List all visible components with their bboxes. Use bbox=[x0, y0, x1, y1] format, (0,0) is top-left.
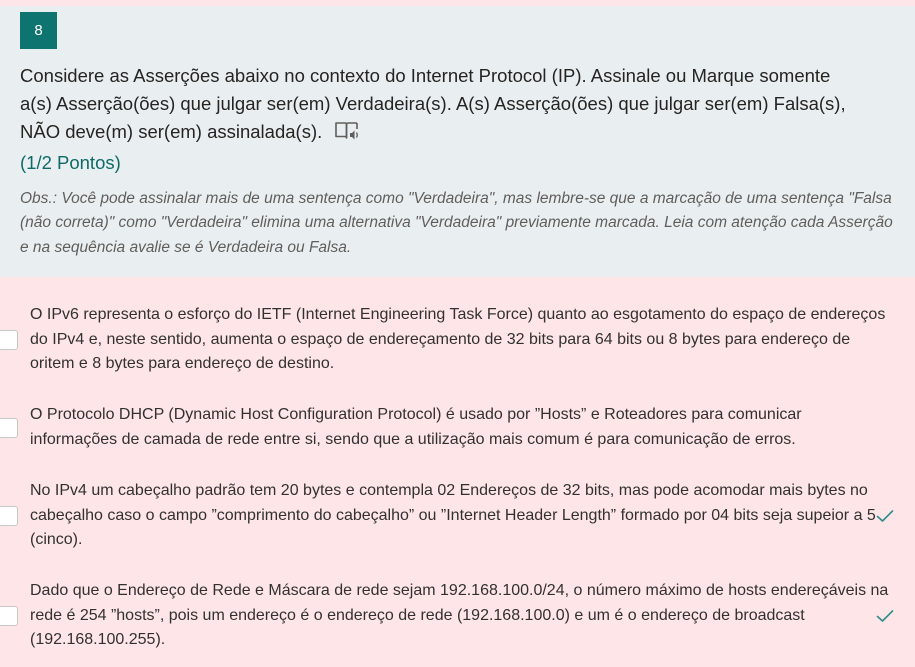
immersive-reader-icon[interactable] bbox=[334, 120, 360, 142]
question-observation: Obs.: Você pode assinalar mais de uma se… bbox=[20, 190, 893, 256]
option-4-checkbox[interactable] bbox=[0, 606, 18, 626]
question-header: 8 Considere as Asserções abaixo no conte… bbox=[0, 6, 915, 277]
correct-check-icon bbox=[876, 610, 894, 622]
option-1-checkbox[interactable] bbox=[0, 330, 18, 350]
question-number-badge: 8 bbox=[20, 12, 57, 49]
question-text: Considere as Asserções abaixo no context… bbox=[20, 62, 860, 146]
option-4-text: Dado que o Endereço de Rede e Máscara de… bbox=[30, 582, 889, 649]
question-text-content: Considere as Asserções abaixo no context… bbox=[20, 65, 846, 142]
option-2-checkbox[interactable] bbox=[0, 418, 18, 438]
option-1-text: O IPv6 representa o esforço do IETF (Int… bbox=[30, 306, 886, 373]
option-3-text: No IPv4 um cabeçalho padrão tem 20 bytes… bbox=[30, 482, 876, 549]
question-points: (1/2 Pontos) bbox=[20, 152, 121, 173]
correct-check-icon bbox=[876, 510, 894, 522]
option-2-text: O Protocolo DHCP (Dynamic Host Configura… bbox=[30, 406, 802, 448]
option-3-checkbox[interactable] bbox=[0, 506, 18, 526]
